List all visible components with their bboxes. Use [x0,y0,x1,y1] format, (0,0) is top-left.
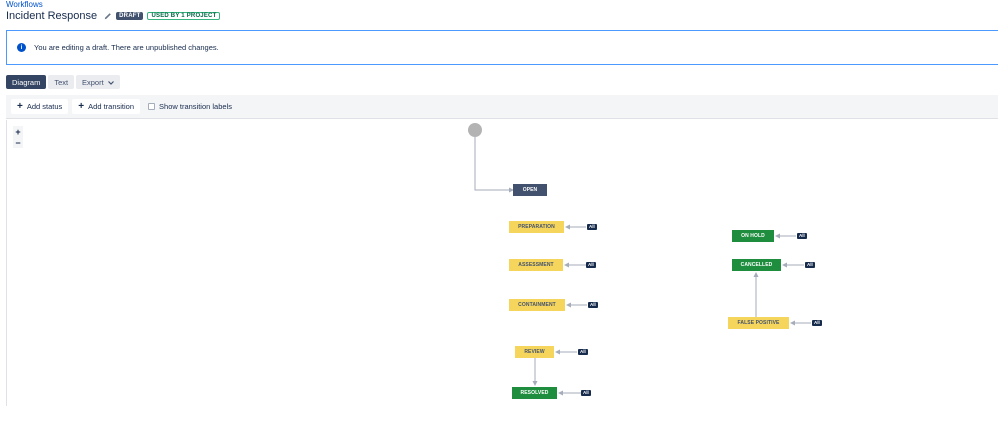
global-transition-badge[interactable]: All [812,320,822,326]
add-transition-button[interactable]: + Add transition [72,99,141,114]
workflow-editor: Workflows Incident Response DRAFT USED B… [0,0,998,439]
diagram-canvas[interactable]: + − OPEN PREPARATION All ASSESSMENT All … [6,120,998,406]
add-status-label: Add status [26,102,63,111]
status-open[interactable]: OPEN [513,184,547,196]
show-labels-checkbox[interactable] [148,103,156,110]
initial-state-circle[interactable] [468,123,482,137]
pencil-icon[interactable] [103,12,112,21]
status-cancelled[interactable]: CANCELLED [732,259,781,271]
breadcrumb-workflows[interactable]: Workflows [6,0,43,9]
transition-lines [474,137,811,396]
show-transition-labels-toggle[interactable]: Show transition labels [148,102,232,111]
status-containment[interactable]: CONTAINMENT [509,299,565,311]
global-transition-badge[interactable]: All [586,262,596,268]
add-status-button[interactable]: + Add status [11,99,69,114]
tab-text[interactable]: Text [48,75,75,89]
status-review[interactable]: REVIEW [515,346,554,358]
global-transition-badge[interactable]: All [588,302,598,308]
used-by-badge[interactable]: USED BY 1 PROJECT [147,12,221,20]
global-transition-badge[interactable]: All [578,349,588,355]
tab-diagram[interactable]: Diagram [6,75,47,89]
show-labels-label: Show transition labels [159,102,232,111]
status-on-hold[interactable]: ON HOLD [732,230,774,242]
add-transition-label: Add transition [88,102,135,111]
banner-text: You are editing a draft. There are unpub… [34,43,219,52]
page-title: Incident Response [6,10,98,22]
global-transition-badge[interactable]: All [581,390,591,396]
plus-icon: + [78,100,85,112]
export-dropdown[interactable]: Export [76,75,120,89]
plus-icon: + [17,100,23,112]
global-transition-badge[interactable]: All [805,262,815,268]
global-transition-badge[interactable]: All [797,233,807,239]
initial-transition-line [474,137,514,193]
title-row: Incident Response DRAFT USED BY 1 PROJEC… [6,10,221,22]
status-assessment[interactable]: ASSESSMENT [509,259,563,271]
draft-badge: DRAFT [116,12,144,20]
diagram-toolbar: + Add status + Add transition Show trans… [6,95,998,119]
status-false-positive[interactable]: FALSE POSITIVE [728,317,789,329]
chevron-down-icon [107,78,114,87]
status-resolved[interactable]: RESOLVED [512,387,557,399]
info-icon: i [17,43,26,52]
draft-banner: i You are editing a draft. There are unp… [6,30,998,65]
export-label: Export [82,77,104,87]
status-preparation[interactable]: PREPARATION [509,221,564,233]
view-tabs: Diagram Text [6,75,75,89]
global-transition-badge[interactable]: All [587,224,597,230]
